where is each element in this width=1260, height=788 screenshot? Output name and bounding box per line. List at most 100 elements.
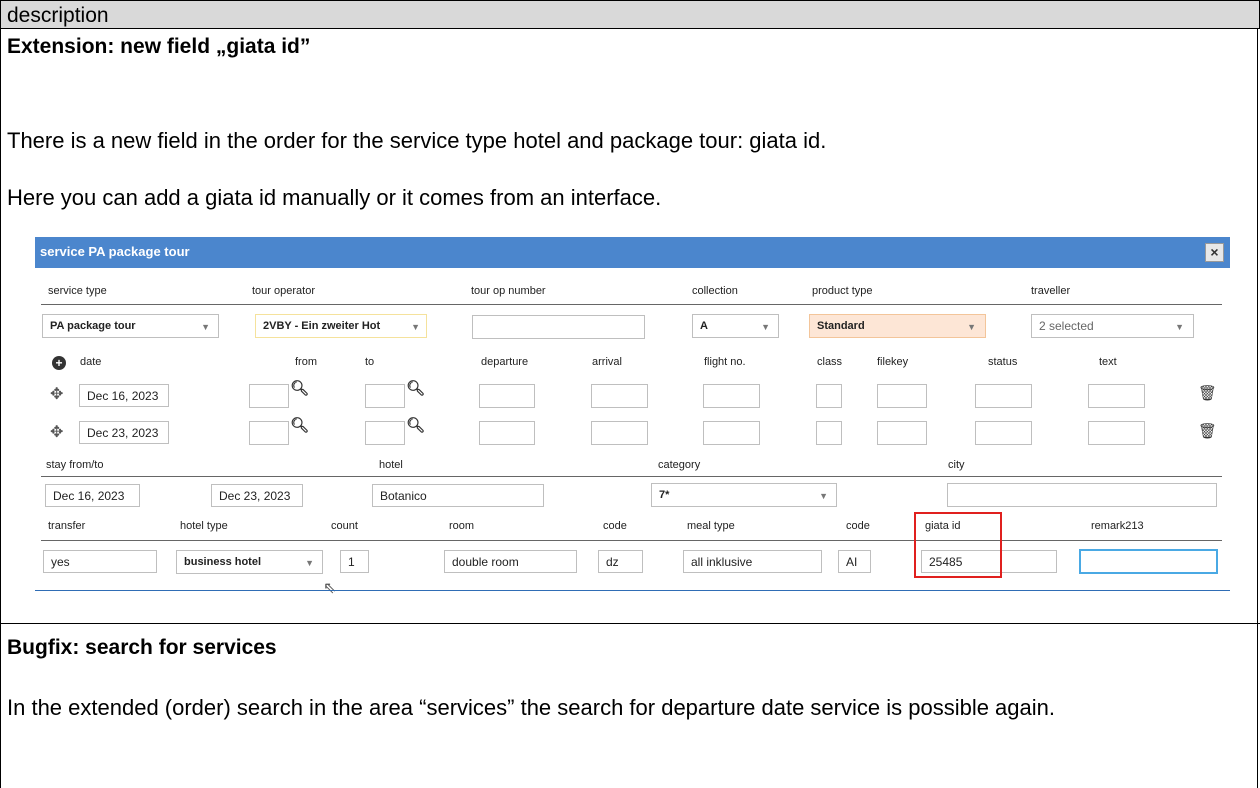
filekey-input[interactable] — [877, 421, 927, 445]
text-input[interactable] — [1088, 384, 1145, 408]
tour-operator-select[interactable]: 2VBY - Ein zweiter Hot ▼ — [255, 314, 427, 338]
tour-operator-value: 2VBY - Ein zweiter Hot — [263, 320, 381, 332]
row1-divider — [41, 304, 1222, 305]
hotel-type-value: business hotel — [184, 556, 262, 568]
search-icon[interactable]: 🔍︎ — [406, 416, 425, 434]
segment-date-input[interactable]: Dec 16, 2023 — [79, 384, 169, 407]
filekey-label: filekey — [877, 356, 909, 368]
arrival-label: arrival — [592, 356, 622, 368]
search-icon[interactable]: 🔍︎ — [290, 416, 309, 434]
tour-operator-label: tour operator — [252, 285, 315, 297]
meal-code-label: code — [846, 520, 870, 532]
from-label: from — [295, 356, 317, 368]
meal-type-input[interactable]: all inklusive — [683, 550, 822, 573]
from-input[interactable] — [249, 421, 289, 445]
to-input[interactable] — [365, 384, 405, 408]
move-icon[interactable]: ✥ — [50, 422, 63, 442]
count-input[interactable]: 1 — [340, 550, 369, 573]
service-type-value: PA package tour — [50, 320, 136, 332]
departure-input[interactable] — [479, 384, 535, 408]
product-type-label: product type — [812, 285, 873, 297]
departure-label: departure — [481, 356, 529, 368]
segment-date-input[interactable]: Dec 23, 2023 — [79, 421, 169, 444]
collection-select[interactable]: A ▼ — [692, 314, 779, 338]
status-input[interactable] — [975, 384, 1032, 408]
hotel-type-select[interactable]: business hotel ▼ — [176, 550, 323, 574]
arrival-input[interactable] — [591, 384, 648, 408]
plus-circle-icon[interactable]: + — [52, 356, 66, 370]
hotel-input[interactable]: Botanico — [372, 484, 544, 507]
city-label: city — [948, 459, 965, 471]
search-icon[interactable]: 🔍︎ — [290, 379, 309, 397]
count-label: count — [331, 520, 358, 532]
product-type-select[interactable]: Standard ▼ — [809, 314, 986, 338]
remark-input[interactable] — [1079, 549, 1218, 574]
hotel-type-label: hotel type — [180, 520, 228, 532]
dialog-title: service PA package tour — [40, 244, 190, 259]
flight-no-label: flight no. — [704, 356, 746, 368]
stay-divider — [41, 476, 1222, 477]
service-dialog: service PA package tour × service type t… — [35, 237, 1230, 597]
status-input[interactable] — [975, 421, 1032, 445]
service-type-label: service type — [48, 285, 107, 297]
arrival-input[interactable] — [591, 421, 648, 445]
chevron-down-icon: ▼ — [409, 322, 420, 332]
transfer-input[interactable]: yes — [43, 550, 157, 573]
class-input[interactable] — [816, 384, 842, 408]
text-input[interactable] — [1088, 421, 1145, 445]
hotel-label: hotel — [379, 459, 403, 471]
extension-heading: Extension: new field „giata id” — [7, 35, 311, 58]
transfer-label: transfer — [48, 520, 86, 532]
class-input[interactable] — [816, 421, 842, 445]
flight-no-input[interactable] — [703, 384, 760, 408]
departure-input[interactable] — [479, 421, 535, 445]
dialog-titlebar: service PA package tour × — [35, 237, 1230, 268]
service-type-select[interactable]: PA package tour ▼ — [42, 314, 219, 338]
stay-to-input[interactable]: Dec 23, 2023 — [211, 484, 303, 507]
stay-from-input[interactable]: Dec 16, 2023 — [45, 484, 140, 507]
meal-type-label: meal type — [687, 520, 735, 532]
stay-label: stay from/to — [46, 459, 104, 471]
filekey-input[interactable] — [877, 384, 927, 408]
section-divider — [0, 623, 1260, 624]
chevron-down-icon: ▼ — [761, 322, 770, 332]
chevron-down-icon: ▼ — [1175, 322, 1184, 332]
search-icon[interactable]: 🔍︎ — [406, 379, 425, 397]
flight-no-input[interactable] — [703, 421, 760, 445]
traveller-select[interactable]: 2 selected ▼ — [1031, 314, 1194, 338]
room-code-input[interactable]: dz — [598, 550, 643, 573]
from-input[interactable] — [249, 384, 289, 408]
bugfix-heading: Bugfix: search for services — [7, 636, 277, 659]
status-label: status — [988, 356, 1018, 368]
product-type-value: Standard — [817, 320, 865, 332]
text-label: text — [1099, 356, 1117, 368]
class-label: class — [817, 356, 843, 368]
room-code-label: code — [603, 520, 627, 532]
mouse-cursor-icon: ⇖ — [323, 580, 337, 597]
tour-op-number-input[interactable] — [472, 315, 645, 339]
collection-label: collection — [692, 285, 738, 297]
description-header: description — [0, 0, 1260, 29]
move-icon[interactable]: ✥ — [50, 384, 63, 404]
category-select[interactable]: 7* ▼ — [651, 483, 837, 507]
city-input[interactable] — [947, 483, 1217, 507]
room-input[interactable]: double room — [444, 550, 577, 573]
trash-icon[interactable]: 🗑︎ — [1198, 384, 1217, 402]
to-label: to — [365, 356, 375, 368]
giata-id-highlight — [914, 512, 1002, 578]
to-input[interactable] — [365, 421, 405, 445]
traveller-label: traveller — [1031, 285, 1071, 297]
tour-op-number-label: tour op number — [471, 285, 546, 297]
paragraph-bugfix: In the extended (order) search in the ar… — [7, 695, 1055, 720]
dialog-bottom-line — [35, 590, 1230, 591]
meal-code-input[interactable]: AI — [838, 550, 871, 573]
room-label: room — [449, 520, 475, 532]
remark-label: remark213 — [1091, 520, 1144, 532]
chevron-down-icon: ▼ — [967, 322, 976, 332]
chevron-down-icon: ▼ — [819, 491, 828, 501]
category-label: category — [658, 459, 701, 471]
category-value: 7* — [659, 489, 670, 501]
chevron-down-icon: ▼ — [305, 558, 314, 568]
close-button[interactable]: × — [1205, 243, 1224, 262]
trash-icon[interactable]: 🗑︎ — [1198, 422, 1217, 440]
